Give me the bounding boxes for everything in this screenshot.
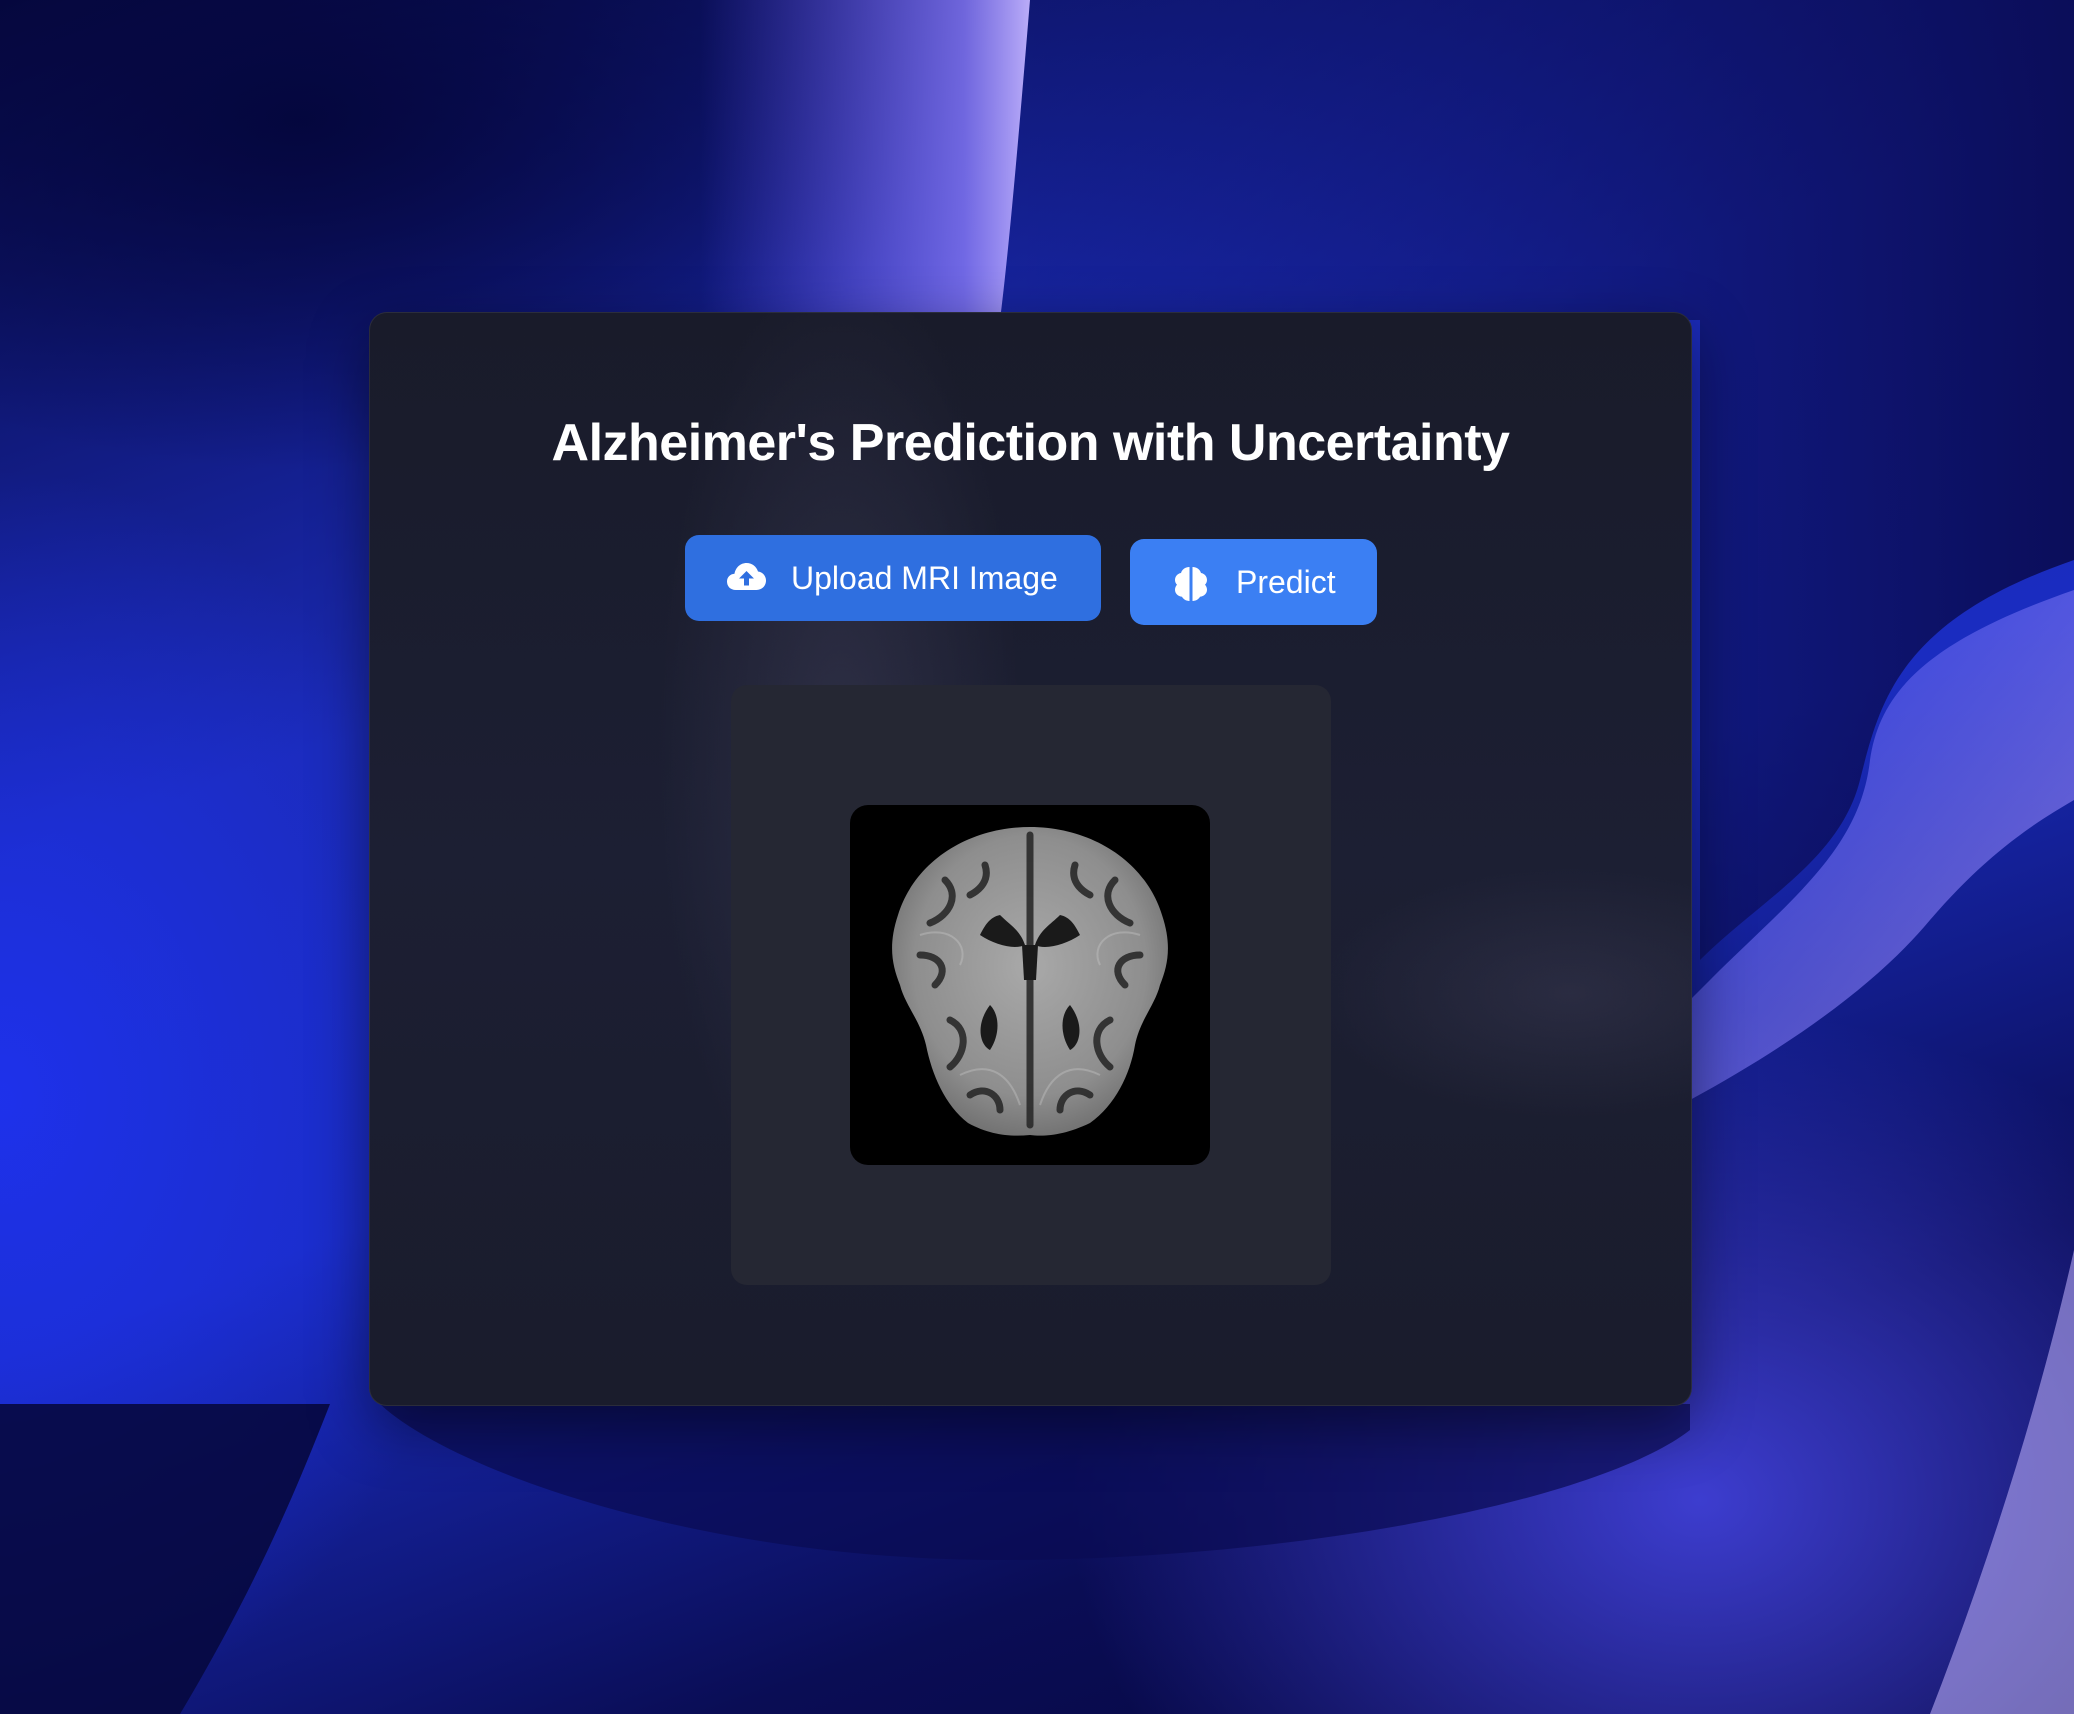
page-title: Alzheimer's Prediction with Uncertainty: [551, 414, 1510, 472]
upload-mri-button[interactable]: Upload MRI Image: [685, 535, 1101, 621]
predict-button-label: Predict: [1236, 563, 1336, 600]
prediction-card: Alzheimer's Prediction with Uncertainty …: [369, 312, 1692, 1406]
image-preview-panel: [731, 685, 1331, 1285]
cloud-upload-icon: [725, 557, 767, 599]
upload-button-label: Upload MRI Image: [791, 559, 1058, 596]
brain-icon: [1170, 561, 1212, 603]
predict-button[interactable]: Predict: [1130, 539, 1377, 625]
mri-scan-image: [850, 805, 1210, 1165]
